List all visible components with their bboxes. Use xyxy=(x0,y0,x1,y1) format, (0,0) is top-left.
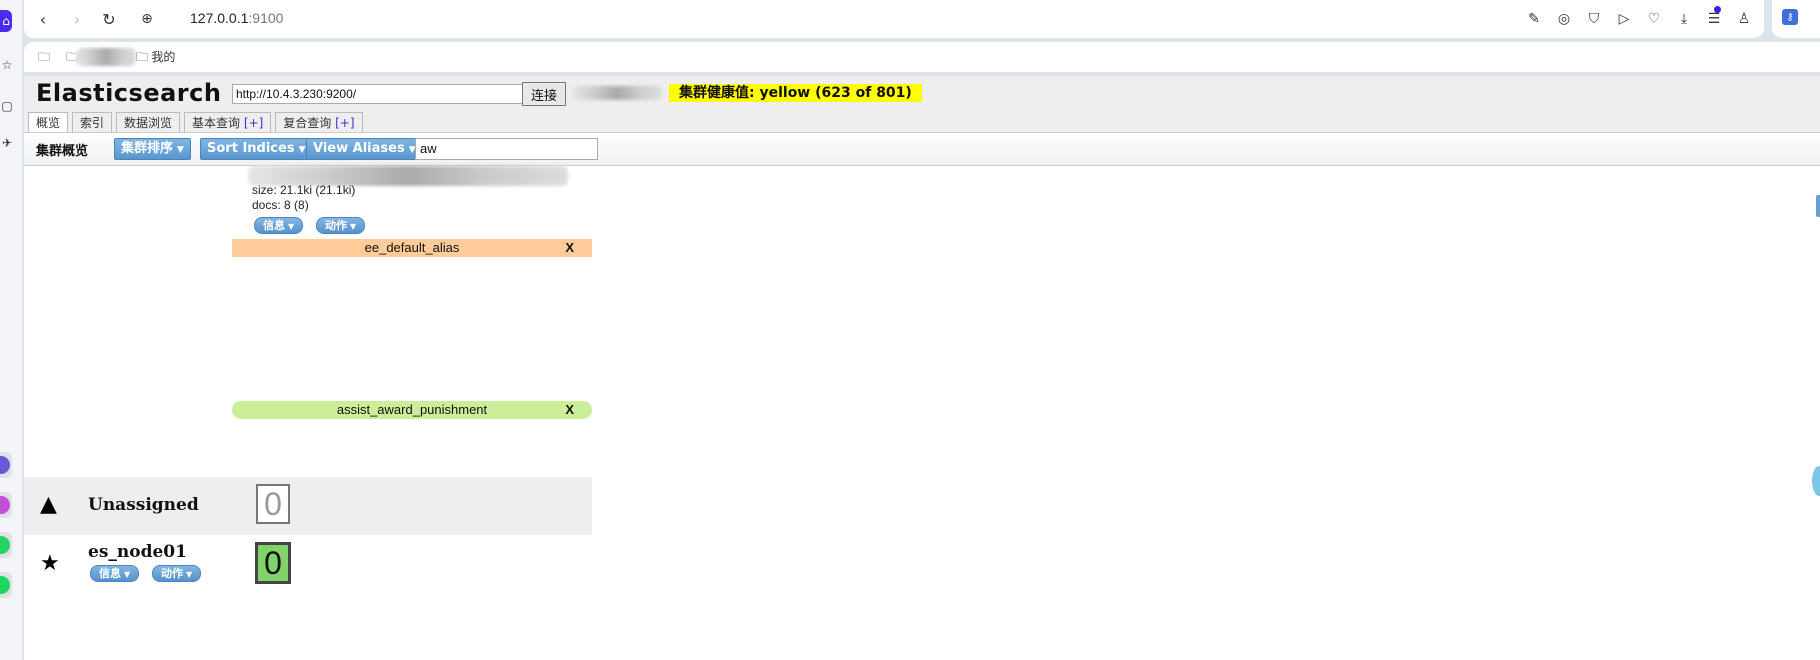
alias-bar[interactable]: assist_award_punishment X xyxy=(232,401,592,419)
settings-sliders-icon[interactable]: ☰ xyxy=(1704,9,1724,29)
tab-overview[interactable]: 概览 xyxy=(28,112,69,133)
index-size: size: 21.1ki (21.1ki) xyxy=(252,183,356,197)
profile-icon[interactable]: ♙ xyxy=(1734,9,1754,29)
cluster-health-badge: 集群健康值: yellow (623 of 801) xyxy=(669,84,922,102)
app-shortcut-1[interactable] xyxy=(0,452,12,478)
alias-bar[interactable]: ee_default_alias X xyxy=(232,239,592,257)
remove-alias-button[interactable]: X xyxy=(565,239,574,257)
overview-label: 集群概览 xyxy=(36,144,89,159)
floating-assistant-button[interactable] xyxy=(1812,466,1820,496)
shield-icon[interactable]: ⛉ xyxy=(1584,9,1604,29)
star-icon: ★ xyxy=(40,551,60,576)
alias-name: ee_default_alias xyxy=(364,240,460,255)
index-docs: docs: 8 (8) xyxy=(252,198,309,212)
bookmark-label: 我的 xyxy=(151,50,176,64)
node-row-unassigned: ▲ Unassigned 0 xyxy=(24,477,592,535)
cluster-sort-dropdown[interactable]: 集群排序 ▼ xyxy=(114,138,191,160)
elasticsearch-head-page: Elasticsearch http://10.4.3.230:9200/ 连接… xyxy=(24,76,1820,660)
app-shortcut-2[interactable] xyxy=(0,492,12,518)
extension-area: ⚷ xyxy=(1772,0,1820,38)
star-icon[interactable]: ☆ xyxy=(0,54,14,76)
reload-icon[interactable]: ↻ xyxy=(98,8,120,30)
tab-compound-query[interactable]: 复合查询 [+] xyxy=(275,112,363,132)
app-title: Elasticsearch xyxy=(36,79,222,107)
remove-alias-button[interactable]: X xyxy=(565,401,574,419)
download-icon[interactable]: ⤓ xyxy=(1674,9,1694,29)
node-name: es_node01 xyxy=(88,542,187,562)
tab-indices[interactable]: 索引 xyxy=(72,112,113,132)
cluster-url-input[interactable]: http://10.4.3.230:9200/ xyxy=(232,84,528,104)
node-info-button[interactable]: 信息 ▼ xyxy=(90,565,140,582)
globe-icon: ⊕ xyxy=(141,11,153,27)
blurred-cluster-name xyxy=(572,86,662,100)
caret-down-icon: ▼ xyxy=(350,222,357,231)
overview-toolbar: 集群概览 集群排序 ▼ Sort Indices ▼ View Aliases ▼ a… xyxy=(24,132,1820,217)
scroll-edge-button[interactable] xyxy=(1816,195,1820,217)
camera-icon[interactable]: ◎ xyxy=(1554,9,1574,29)
tab-browser[interactable]: 数据浏览 xyxy=(116,112,181,132)
send-icon[interactable]: ✈ xyxy=(0,132,14,154)
index-filter-input[interactable]: aw xyxy=(415,138,598,160)
app-shortcut-3[interactable] xyxy=(0,532,12,558)
heart-icon[interactable]: ♡ xyxy=(1644,9,1664,29)
index-action-button[interactable]: 动作 ▼ xyxy=(316,217,366,234)
caret-down-icon: ▼ xyxy=(298,145,306,155)
home-icon[interactable]: ⌂ xyxy=(0,10,12,32)
spotify-icon[interactable] xyxy=(0,572,12,598)
tab-basic-query[interactable]: 基本查询 [+] xyxy=(184,112,272,132)
connect-button[interactable]: 连接 xyxy=(522,82,566,106)
send-icon[interactable]: ▷ xyxy=(1614,9,1634,29)
caret-down-icon: ▼ xyxy=(288,222,295,231)
browser-toolbar: ‹ › ↻ ⊕ 127.0.0.1:9100 ✎ ◎ ⛉ ▷ ♡ ⤓ ☰ ♙ xyxy=(24,0,1764,38)
shard-box[interactable]: 0 xyxy=(256,484,290,524)
caret-down-icon: ▼ xyxy=(124,570,131,579)
shard-box[interactable]: 0 xyxy=(255,542,291,584)
main-tabs: 概览 索引 数据浏览 基本查询 [+] 复合查询 [+] xyxy=(28,112,367,133)
node-action-button[interactable]: 动作 ▼ xyxy=(152,565,202,582)
edit-icon[interactable]: ✎ xyxy=(1524,9,1544,29)
node-name: Unassigned xyxy=(88,495,199,515)
bookmarks-bar: 🗀 🗀 🗀 我的 xyxy=(24,42,1820,72)
caret-down-icon: ▼ xyxy=(186,570,193,579)
alias-name: assist_award_punishment xyxy=(336,402,488,417)
warning-icon: ▲ xyxy=(40,492,57,517)
chat-icon[interactable]: ▢ xyxy=(0,95,14,117)
forward-icon[interactable]: › xyxy=(66,8,88,30)
view-aliases-dropdown[interactable]: View Aliases ▼ xyxy=(306,138,423,160)
index-info-button[interactable]: 信息 ▼ xyxy=(254,217,304,234)
bookmark-folder-mine[interactable]: 🗀 我的 xyxy=(136,48,175,69)
caret-down-icon: ▼ xyxy=(177,145,184,155)
browser-sidebar: ⌂ ☆ ▢ ✈ xyxy=(0,0,22,660)
folder-icon[interactable]: 🗀 xyxy=(38,48,50,69)
app-header: Elasticsearch http://10.4.3.230:9200/ 连接… xyxy=(24,76,1820,133)
address-bar[interactable]: 127.0.0.1:9100 xyxy=(190,10,283,26)
back-icon[interactable]: ‹ xyxy=(32,8,54,30)
extension-key-icon[interactable]: ⚷ xyxy=(1782,9,1798,25)
blurred-bookmark xyxy=(76,48,136,66)
sort-indices-dropdown[interactable]: Sort Indices ▼ xyxy=(200,138,313,160)
